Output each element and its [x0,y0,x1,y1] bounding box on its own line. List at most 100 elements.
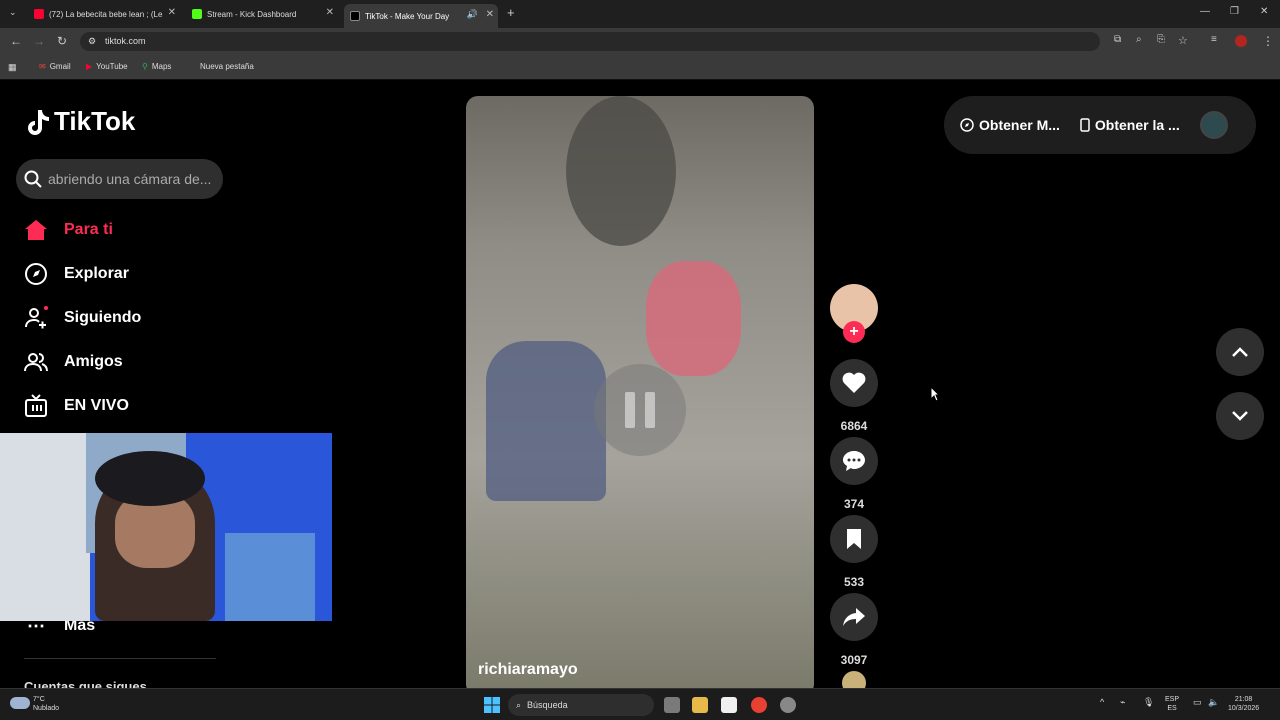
share-action[interactable]: 3097 [830,593,878,667]
search-box[interactable] [16,159,223,199]
music-disc-icon[interactable] [842,671,866,688]
language-indicator[interactable]: ESP ES [1165,695,1179,713]
tab-youtube[interactable]: (72) La bebecita bebe lean ; (Le ✕ [28,4,180,24]
minimize-icon[interactable]: — [1200,6,1210,17]
reload-icon[interactable]: ↻ [57,34,67,48]
pause-bar [645,392,655,428]
following-icon [24,306,48,330]
translate-icon[interactable]: ⧉ [1114,34,1121,45]
previous-video-button[interactable] [1216,328,1264,376]
weather-temp: 7°C [33,696,45,703]
user-avatar[interactable] [1199,111,1228,139]
profile-avatar[interactable] [1235,35,1247,47]
zoom-icon[interactable]: ⌕ [1136,34,1142,45]
volume-icon[interactable]: 🔈 [1208,698,1219,707]
nav-en-vivo[interactable]: EN VIVO [24,394,129,418]
nav-label: Amigos [64,353,123,370]
weather-widget[interactable]: 7°C Nublado [33,695,59,713]
tiktok-logo-icon [28,109,49,135]
logo-text: TikTok [54,106,136,136]
share-button[interactable] [830,593,878,641]
close-icon[interactable]: ✕ [168,7,176,18]
tab-tiktok[interactable]: TikTok - Make Your Day 🔊 ✕ [344,4,498,28]
menu-icon[interactable]: ⋮ [1262,34,1274,48]
comment-count: 374 [843,497,865,511]
bookmark-star-icon[interactable]: ☆ [1178,34,1188,47]
comment-button[interactable] [830,437,878,485]
windows-start-icon[interactable] [484,697,500,713]
obs-icon[interactable] [780,697,796,713]
nav-para-ti[interactable]: Para ti [24,218,113,242]
chrome-icon[interactable] [751,697,767,713]
save-count: 533 [843,575,865,589]
taskbar-search[interactable]: ⌕ Búsqueda [508,694,654,716]
audio-icon[interactable]: 🔊 [467,9,478,20]
video-username[interactable]: richiaramayo [478,661,578,679]
webcam-overlay [0,433,332,621]
friends-icon [24,350,48,374]
tab-title: TikTok - Make Your Day [365,11,450,21]
next-video-button[interactable] [1216,392,1264,440]
pause-button[interactable] [594,364,686,456]
bookmark-maps[interactable]: ⚲ Maps [142,62,171,71]
get-app-button[interactable]: Obtener la ... [1080,117,1180,133]
video-adult [486,341,606,501]
microphone-icon[interactable]: 🎙 [1143,698,1154,707]
following-header: Cuentas que sigues [24,679,147,688]
search-input[interactable] [48,171,218,187]
new-tab-icon[interactable]: + [507,5,515,20]
tab-kick[interactable]: Stream - Kick Dashboard ✕ [186,4,338,24]
install-icon[interactable]: ⎘ [1157,34,1165,45]
like-button[interactable] [830,359,878,407]
compass-icon [960,118,974,132]
nav-amigos[interactable]: Amigos [24,350,123,374]
get-coins-button[interactable]: Obtener M... [960,117,1060,133]
apps-icon[interactable]: ▦ [8,62,17,73]
close-window-icon[interactable]: ✕ [1260,6,1268,17]
task-view-icon[interactable] [664,697,680,713]
nav-siguiendo[interactable]: Siguiendo [24,306,141,330]
get-coins-label: Obtener M... [979,117,1060,133]
pause-bar [625,392,635,428]
save-action[interactable]: 533 [830,515,878,589]
save-button[interactable] [830,515,878,563]
like-count: 6864 [840,419,868,433]
video-tire [566,96,676,246]
store-icon[interactable] [721,697,737,713]
tray-chevron-icon[interactable]: ^ [1100,698,1104,707]
display-icon[interactable]: ▭ [1193,698,1202,707]
cloud-icon [10,697,30,709]
tiktok-icon [350,11,360,21]
clock[interactable]: 21:08 10/3/2026 [1228,695,1259,713]
home-icon [24,218,48,242]
nav-label: EN VIVO [64,397,129,414]
webcam-hair [95,451,205,506]
chevron-up-icon [1232,347,1248,357]
bookmark-new-tab[interactable]: Nueva pestaña [200,62,254,71]
forward-icon[interactable]: → [33,34,45,48]
restore-icon[interactable]: ❐ [1230,6,1239,17]
follow-button[interactable]: + [843,321,865,343]
nav-explorar[interactable]: Explorar [24,262,129,286]
like-action[interactable]: 6864 [830,359,878,433]
url-field[interactable]: ⚙ tiktok.com [80,32,1100,51]
file-explorer-icon[interactable] [692,697,708,713]
back-icon[interactable]: ← [10,34,22,48]
site-info-icon[interactable]: ⚙ [88,32,96,51]
gmail-icon: ✉ [39,62,46,71]
video-player[interactable]: richiaramayo [466,96,814,688]
tiktok-logo[interactable]: TikTok [24,106,135,137]
media-icon[interactable]: ≡ [1211,34,1217,45]
close-icon[interactable]: ✕ [326,7,334,18]
tab-bar: ⌄ (72) La bebecita bebe lean ; (Le ✕ Str… [0,0,1280,28]
comment-action[interactable]: 374 [830,437,878,511]
bookmark-youtube[interactable]: ▶ YouTube [86,62,128,71]
youtube-icon [34,9,44,19]
close-icon[interactable]: ✕ [486,9,494,20]
share-count: 3097 [840,653,868,667]
network-icon[interactable]: ⌁ [1120,698,1125,707]
get-app-label: Obtener la ... [1094,117,1180,133]
compass-icon [24,262,48,286]
tab-search-icon[interactable]: ⌄ [9,7,17,18]
bookmark-gmail[interactable]: ✉ Gmail [39,62,71,71]
